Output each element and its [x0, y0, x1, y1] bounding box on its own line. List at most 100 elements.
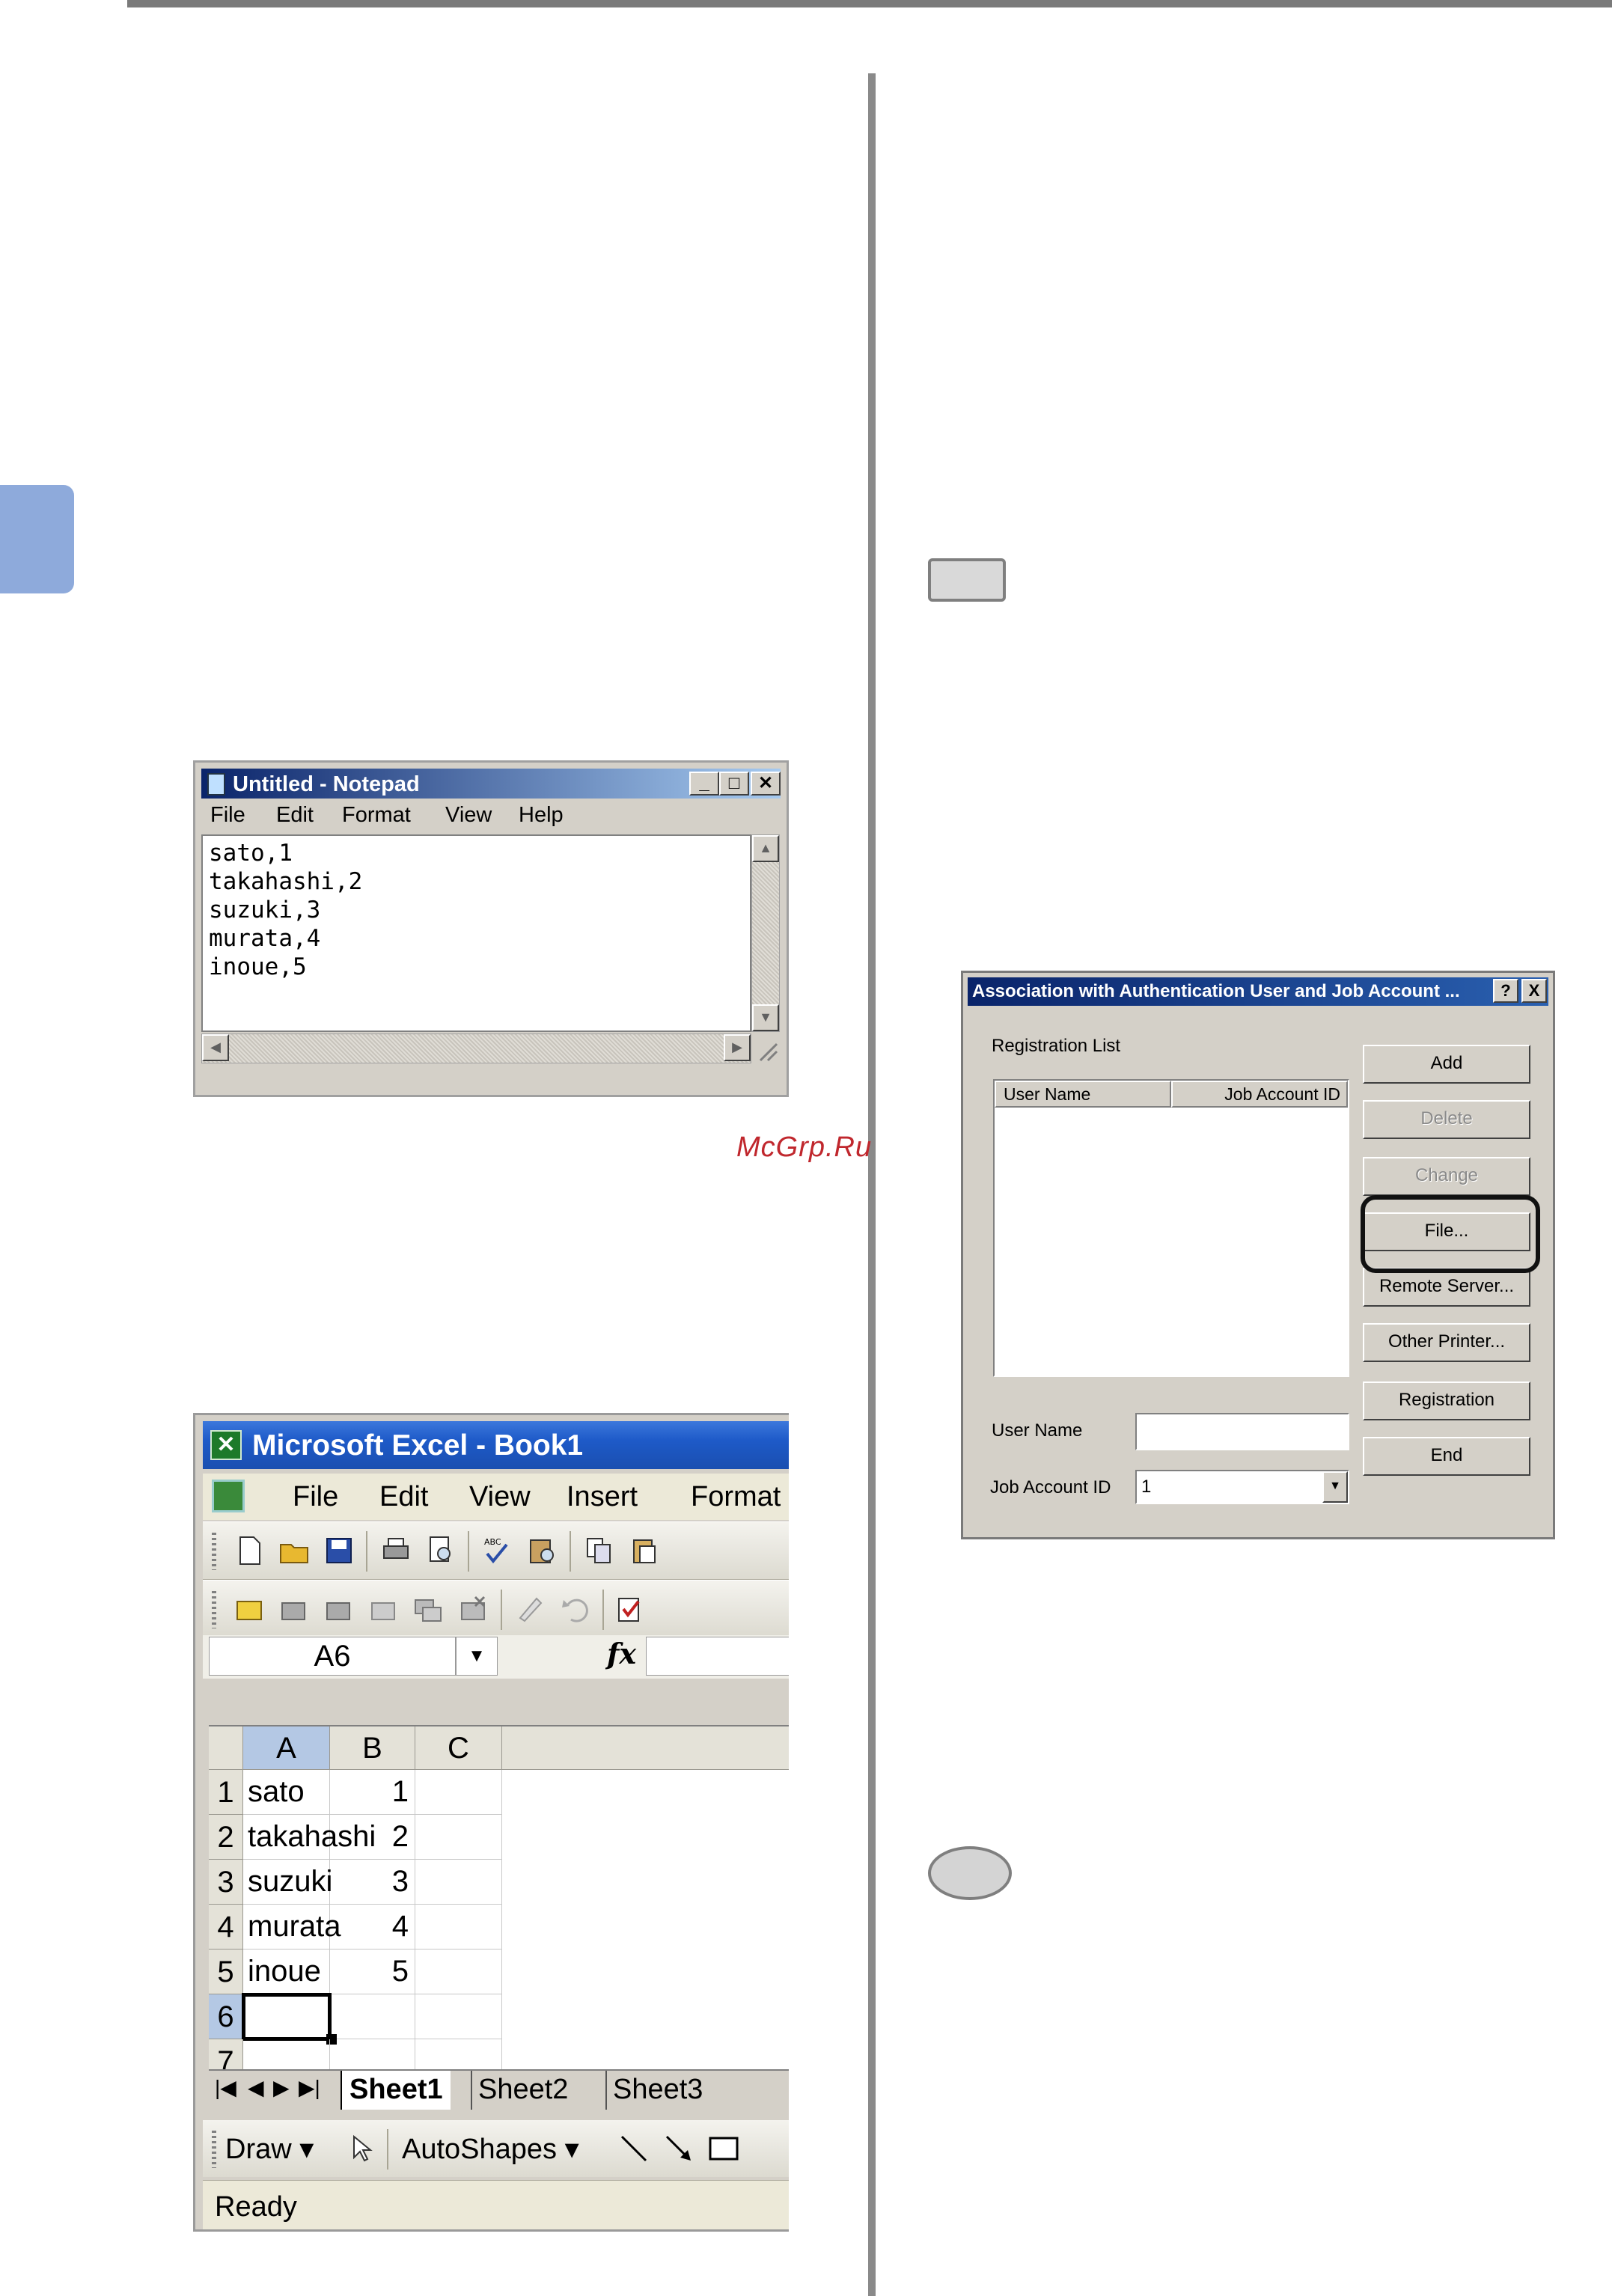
- notepad-text-area[interactable]: sato,1 takahashi,2 suzuki,3 murata,4 inoue,5: [201, 834, 751, 1032]
- row-header[interactable]: 3: [209, 1860, 243, 1905]
- toolbar-grip[interactable]: [212, 2131, 216, 2168]
- cell-a[interactable]: murata: [243, 1905, 341, 1950]
- notepad-titlebar[interactable]: Untitled - Notepad _ □ ✕: [201, 769, 781, 799]
- new-document-icon[interactable]: [233, 1534, 266, 1567]
- insert-function-icon[interactable]: fx: [607, 1637, 636, 1670]
- cell-b[interactable]: [330, 1994, 415, 2039]
- cell-c[interactable]: [415, 1860, 502, 1905]
- rectangle-tool-icon[interactable]: [707, 2132, 740, 2165]
- minimize-icon[interactable]: _: [689, 772, 719, 796]
- close-icon[interactable]: ✕: [751, 772, 781, 796]
- cell-a[interactable]: sato: [243, 1770, 330, 1815]
- cell-b[interactable]: 1: [330, 1770, 415, 1815]
- cell-c[interactable]: [415, 1905, 502, 1950]
- registration-button[interactable]: Registration: [1363, 1381, 1530, 1420]
- toolbar-grip[interactable]: [212, 1591, 216, 1628]
- name-box[interactable]: A6: [209, 1637, 456, 1676]
- previous-comment-icon[interactable]: [278, 1593, 311, 1625]
- column-header-c[interactable]: C: [415, 1726, 502, 1770]
- open-folder-icon[interactable]: [278, 1534, 311, 1567]
- scroll-left-icon[interactable]: ◀: [202, 1034, 229, 1061]
- column-header-user-name[interactable]: User Name: [995, 1081, 1171, 1108]
- scroll-right-icon[interactable]: ▶: [724, 1034, 751, 1061]
- scroll-down-icon[interactable]: ▼: [752, 1004, 779, 1031]
- arrow-tool-icon[interactable]: [662, 2132, 695, 2165]
- save-icon[interactable]: [323, 1534, 355, 1567]
- cell-b[interactable]: 3: [330, 1860, 415, 1905]
- notepad-menu-file[interactable]: File: [210, 803, 245, 828]
- next-sheet-icon[interactable]: ▶: [273, 2075, 290, 2100]
- column-header-a[interactable]: A: [243, 1726, 330, 1770]
- job-account-id-select[interactable]: 1 ▼: [1135, 1470, 1349, 1504]
- spelling-icon[interactable]: ABC: [481, 1534, 514, 1567]
- remote-server-button[interactable]: Remote Server...: [1363, 1268, 1530, 1307]
- add-button[interactable]: Add: [1363, 1045, 1530, 1084]
- ink-icon[interactable]: [514, 1593, 547, 1625]
- reply-icon[interactable]: [614, 1593, 647, 1625]
- cell-b[interactable]: 5: [330, 1950, 415, 1994]
- print-preview-icon[interactable]: [424, 1534, 457, 1567]
- print-icon[interactable]: [379, 1534, 412, 1567]
- autoshapes-menu[interactable]: AutoShapes ▾: [402, 2132, 579, 2166]
- select-all-corner[interactable]: [209, 1726, 243, 1770]
- column-header-d[interactable]: [502, 1726, 789, 1770]
- worksheet-grid[interactable]: A B C 1 sato 1 2 takahashi 2 3 suzuki 3 4 murata 4 5…: [209, 1725, 789, 2084]
- sheet-tab-sheet1[interactable]: Sheet1: [341, 2071, 451, 2110]
- change-button[interactable]: Change: [1363, 1157, 1530, 1196]
- delete-button[interactable]: Delete: [1363, 1100, 1530, 1139]
- show-all-comments-icon[interactable]: [412, 1593, 445, 1625]
- paste-icon[interactable]: [628, 1534, 661, 1567]
- end-button[interactable]: End: [1363, 1437, 1530, 1476]
- cell-c[interactable]: [415, 1815, 502, 1860]
- resize-grip-icon[interactable]: [753, 1033, 780, 1063]
- excel-menu-file[interactable]: File: [293, 1481, 338, 1513]
- select-objects-icon[interactable]: [345, 2132, 378, 2165]
- maximize-icon[interactable]: □: [719, 772, 749, 796]
- cell-c[interactable]: [415, 1950, 502, 1994]
- scroll-up-icon[interactable]: ▲: [752, 835, 779, 862]
- registration-list[interactable]: User Name Job Account ID: [993, 1079, 1349, 1377]
- notepad-vertical-scrollbar[interactable]: ▲ ▼: [751, 834, 780, 1032]
- other-printer-button[interactable]: Other Printer...: [1363, 1323, 1530, 1362]
- user-name-input[interactable]: [1135, 1413, 1349, 1450]
- chevron-down-icon[interactable]: ▼: [1322, 1471, 1348, 1503]
- row-header[interactable]: 4: [209, 1905, 243, 1950]
- cell-a[interactable]: suzuki: [243, 1860, 332, 1905]
- delete-comment-icon[interactable]: [457, 1593, 490, 1625]
- research-icon[interactable]: [526, 1534, 559, 1567]
- cell-b[interactable]: 4: [330, 1905, 415, 1950]
- cell-a[interactable]: takahashi: [243, 1815, 376, 1860]
- cell-c[interactable]: [415, 1994, 502, 2039]
- column-header-job-account-id[interactable]: Job Account ID: [1171, 1081, 1348, 1108]
- row-header[interactable]: 1: [209, 1770, 243, 1815]
- notepad-menu-help[interactable]: Help: [519, 803, 564, 828]
- first-sheet-icon[interactable]: |◀: [215, 2075, 236, 2100]
- notepad-menu-format[interactable]: Format: [342, 803, 411, 828]
- line-tool-icon[interactable]: [617, 2132, 650, 2165]
- help-icon[interactable]: ?: [1493, 979, 1518, 1003]
- column-header-b[interactable]: B: [330, 1726, 415, 1770]
- show-comment-icon[interactable]: [367, 1593, 400, 1625]
- excel-menu-edit[interactable]: Edit: [379, 1481, 428, 1513]
- next-comment-icon[interactable]: [323, 1593, 355, 1625]
- cell-c[interactable]: [415, 1770, 502, 1815]
- excel-menu-format[interactable]: Format: [691, 1481, 781, 1513]
- notepad-menu-edit[interactable]: Edit: [276, 803, 314, 828]
- excel-titlebar[interactable]: ✕ Microsoft Excel - Book1: [203, 1421, 789, 1469]
- row-header[interactable]: 5: [209, 1950, 243, 1994]
- dialog-titlebar[interactable]: Association with Authentication User and…: [968, 977, 1548, 1006]
- name-box-dropdown-icon[interactable]: ▼: [456, 1637, 498, 1676]
- sheet-tab-sheet2[interactable]: Sheet2: [471, 2071, 574, 2110]
- row-header[interactable]: 6: [209, 1994, 243, 2039]
- workbook-menu-icon[interactable]: [212, 1480, 245, 1512]
- undo-icon[interactable]: [559, 1593, 592, 1625]
- prev-sheet-icon[interactable]: ◀: [248, 2075, 264, 2100]
- new-comment-icon[interactable]: [233, 1593, 266, 1625]
- row-header[interactable]: 2: [209, 1815, 243, 1860]
- cell-b[interactable]: 2: [330, 1815, 415, 1860]
- copy-icon[interactable]: [583, 1534, 616, 1567]
- sheet-tab-sheet3[interactable]: Sheet3: [605, 2071, 709, 2110]
- toolbar-grip[interactable]: [212, 1533, 216, 1570]
- close-icon[interactable]: X: [1521, 979, 1547, 1003]
- cell-a[interactable]: inoue: [243, 1950, 330, 1994]
